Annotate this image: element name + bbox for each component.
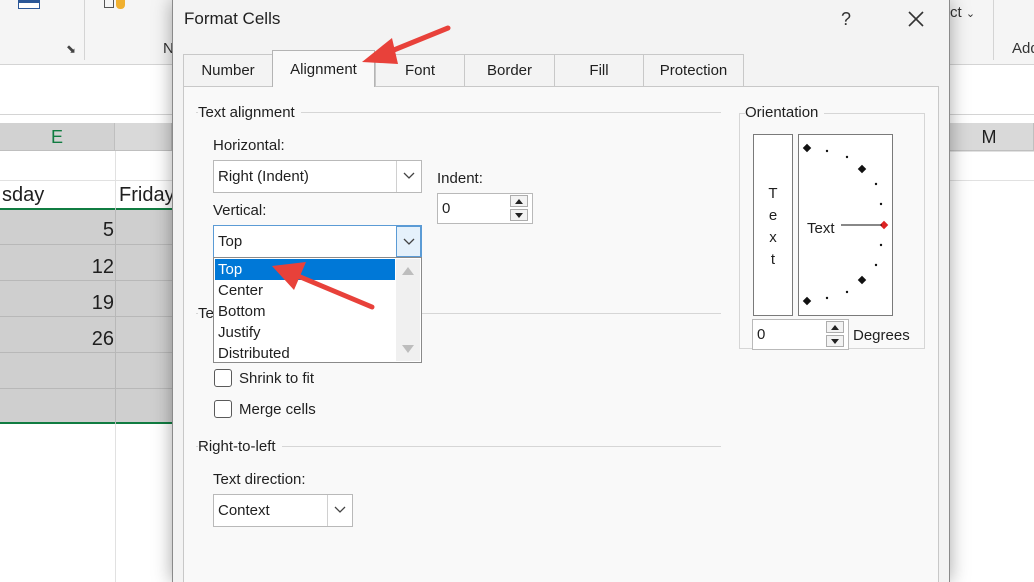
vertical-text-toggle[interactable]: T e x t	[753, 134, 793, 316]
dialog-launcher-icon[interactable]: ⬊	[66, 43, 78, 55]
text-direction-value: Context	[218, 502, 270, 519]
tab-font[interactable]: Font	[375, 54, 465, 86]
grid-line	[115, 208, 116, 424]
cell-value[interactable]: 12	[80, 256, 114, 279]
text-direction-select[interactable]: Context	[213, 494, 353, 527]
tab-border[interactable]: Border	[464, 54, 555, 86]
degrees-value: 0	[757, 326, 766, 343]
cell-value[interactable]: 5	[90, 219, 114, 242]
grid-line	[0, 352, 172, 353]
spin-down-icon[interactable]	[510, 209, 528, 221]
merge-cells-checkbox[interactable]	[214, 400, 232, 418]
vertical-dropdown-button[interactable]	[396, 226, 421, 257]
text-direction-label: Text direction:	[213, 471, 306, 488]
horizontal-dropdown-button[interactable]	[396, 161, 421, 192]
orientation-dial-text: Text	[807, 220, 835, 237]
indent-spinner[interactable]: 0	[437, 193, 533, 224]
degrees-spin-buttons	[822, 320, 848, 349]
cell-value[interactable]: 26	[80, 328, 114, 351]
grid-line	[0, 316, 172, 317]
dialog-title: Format Cells	[184, 9, 281, 28]
shrink-to-fit-checkbox[interactable]	[214, 369, 232, 387]
vertical-select[interactable]: Top	[213, 225, 422, 258]
close-icon	[908, 11, 924, 27]
shrink-to-fit-label[interactable]: Shrink to fit	[239, 370, 314, 387]
ribbon-separator	[993, 0, 994, 60]
orientation-group-label: Orientation	[745, 104, 825, 121]
vertical-text-char: t	[770, 251, 776, 268]
scroll-up-icon[interactable]	[402, 267, 414, 275]
spin-up-icon[interactable]	[826, 321, 844, 333]
chevron-down-icon	[403, 238, 415, 245]
vertical-option-bottom[interactable]: Bottom	[215, 301, 395, 322]
degrees-label: Degrees	[853, 327, 910, 344]
grid-line	[0, 244, 172, 245]
spin-up-icon[interactable]	[510, 195, 528, 207]
list-scrollbar[interactable]	[396, 259, 420, 361]
database-icon[interactable]	[104, 0, 126, 10]
tab-fill[interactable]: Fill	[554, 54, 644, 86]
grid-line	[944, 151, 1034, 152]
format-cells-dialog: Format Cells ? Number Alignment Font Bor…	[172, 0, 950, 582]
horizontal-select[interactable]: Right (Indent)	[213, 160, 422, 193]
horizontal-label: Horizontal:	[213, 137, 285, 154]
text-alignment-group-label: Text alignment	[198, 104, 301, 121]
grid-line	[944, 180, 1034, 181]
vertical-option-justify[interactable]: Justify	[215, 322, 395, 343]
help-button[interactable]: ?	[833, 6, 859, 32]
grid-line	[0, 180, 172, 181]
close-button[interactable]	[901, 5, 931, 33]
vertical-option-top[interactable]: Top	[215, 259, 395, 280]
chevron-down-icon	[403, 172, 415, 179]
merge-cells-label[interactable]: Merge cells	[239, 401, 316, 418]
ribbon-select-label[interactable]: ct ⌄	[950, 4, 975, 21]
column-header-f[interactable]	[115, 123, 172, 151]
horizontal-select-value: Right (Indent)	[218, 168, 309, 185]
chevron-down-icon	[334, 506, 346, 513]
tab-alignment[interactable]: Alignment	[272, 50, 375, 87]
cell-header-friday[interactable]: Friday	[119, 184, 175, 207]
vertical-option-distributed[interactable]: Distributed	[215, 343, 395, 364]
chevron-down-icon: ⌄	[965, 8, 976, 20]
indent-spin-buttons	[506, 194, 532, 223]
cell-header-day[interactable]: sday	[2, 184, 44, 207]
tab-protection[interactable]: Protection	[643, 54, 744, 86]
right-to-left-group-label: Right-to-left	[198, 438, 282, 455]
spin-down-icon[interactable]	[826, 335, 844, 347]
vertical-options-list[interactable]: Top Center Bottom Justify Distributed	[213, 257, 422, 363]
ribbon-add-label: Add	[1012, 40, 1034, 57]
indent-label: Indent:	[437, 170, 483, 187]
vertical-text-char: e	[768, 207, 778, 224]
ribbon-separator	[84, 0, 85, 60]
cell-value[interactable]: 19	[80, 292, 114, 315]
column-header-m[interactable]: M	[944, 123, 1034, 151]
grid-line	[0, 280, 172, 281]
degrees-spinner[interactable]: 0	[752, 319, 849, 350]
vertical-text-char: x	[769, 229, 777, 246]
vertical-label: Vertical:	[213, 202, 267, 219]
grid-line	[0, 388, 172, 389]
table-icon[interactable]	[18, 0, 40, 9]
vertical-select-value: Top	[218, 233, 243, 250]
vertical-text-char: T	[768, 185, 778, 202]
vertical-option-center[interactable]: Center	[215, 280, 395, 301]
text-direction-dropdown-button[interactable]	[327, 495, 352, 526]
column-header-e[interactable]: E	[0, 123, 115, 151]
indent-value: 0	[442, 200, 451, 217]
scroll-down-icon[interactable]	[402, 345, 414, 353]
tab-number[interactable]: Number	[183, 54, 273, 86]
